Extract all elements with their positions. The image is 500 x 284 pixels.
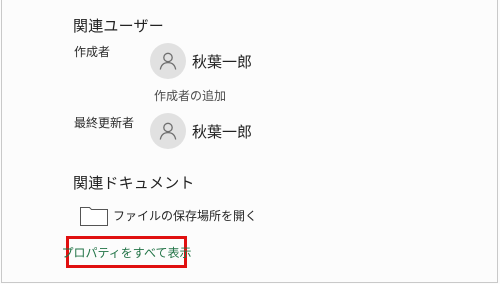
last-modified-by-label: 最終更新者: [74, 116, 135, 130]
person-icon: [159, 122, 177, 140]
related-documents-heading: 関連ドキュメント: [73, 174, 195, 192]
last-modified-by-entry[interactable]: 秋葉一郎: [150, 113, 252, 149]
last-modified-by-name: 秋葉一郎: [192, 122, 253, 141]
open-file-location-link[interactable]: ファイルの保存場所を開く: [79, 203, 257, 227]
properties-panel: 関連ユーザー 作成者 秋葉一郎 作成者の追加 最終更新者 秋葉一郎 関連ドキュメ…: [1, 0, 498, 283]
person-icon: [159, 52, 177, 70]
show-all-properties-button[interactable]: プロパティをすべて表示: [62, 236, 191, 268]
related-users-heading: 関連ユーザー: [73, 17, 164, 35]
folder-icon: [80, 207, 108, 226]
open-file-location-label: ファイルの保存場所を開く: [113, 209, 258, 223]
author-entry[interactable]: 秋葉一郎: [150, 43, 252, 79]
author-label: 作成者: [74, 45, 111, 59]
show-all-properties-label: プロパティをすべて表示: [61, 245, 192, 260]
author-avatar: [150, 43, 186, 79]
last-modified-by-avatar: [150, 113, 186, 149]
add-author-link[interactable]: 作成者の追加: [154, 87, 226, 104]
author-name: 秋葉一郎: [192, 52, 253, 71]
